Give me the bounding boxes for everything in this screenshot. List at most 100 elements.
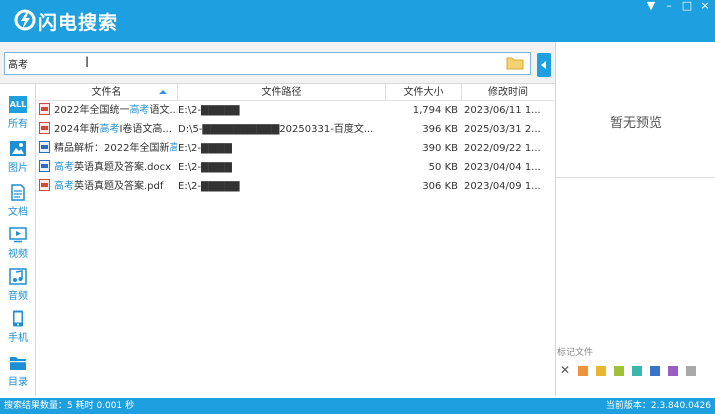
column-header-label: 修改时间 — [488, 87, 528, 98]
title-bar: 闪电搜索 ▼ – □ × — [0, 0, 715, 42]
column-header-path[interactable]: 文件路径 — [178, 84, 386, 101]
results-list: 文件名 文件路径 文件大小 修改时间 2022年全国统一高考语文... E:\2… — [36, 84, 554, 396]
tag-orange[interactable] — [578, 366, 588, 376]
file-name-text: I卷语文高... — [119, 124, 172, 135]
browse-folder-icon[interactable] — [506, 56, 524, 70]
sidebar-item-images[interactable]: 图片 — [2, 138, 34, 178]
tag-blue[interactable] — [650, 366, 660, 376]
file-name: 高考英语真题及答案.docx — [39, 158, 177, 177]
file-size: 50 KB — [428, 162, 458, 173]
preview-pane: 暂无预览 标记文件 ✕ — [555, 42, 715, 396]
file-name-highlight: 高考 — [99, 124, 120, 135]
file-path: E:\2-▇▇▇▇ — [178, 143, 232, 154]
sidebar-item-label: 目录 — [8, 377, 28, 388]
sidebar-item-videos[interactable]: 视频 — [2, 224, 34, 264]
result-count-status: 搜索结果数量：5 耗时 0.001 秒 — [4, 401, 135, 411]
text-cursor-icon: I — [85, 55, 90, 71]
search-box: I — [4, 52, 531, 75]
sidebar-item-all[interactable]: ALL 所有 — [2, 94, 34, 134]
file-name-highlight: 高 — [169, 143, 177, 154]
table-row[interactable]: 2024年新高考I卷语文高... D:\5-▇▇▇▇▇▇▇▇▇▇20250331… — [36, 120, 554, 139]
version-status: 当前版本：2.3.840.0426 — [605, 401, 711, 411]
column-header-label: 文件名 — [91, 87, 122, 98]
file-name-highlight: 高考 — [54, 162, 74, 173]
pdf-file-icon — [39, 122, 50, 134]
tag-purple[interactable] — [668, 366, 678, 376]
no-preview-text: 暂无预览 — [609, 116, 662, 131]
tag-files-label: 标记文件 — [557, 348, 594, 358]
file-name-text: 2024年新 — [54, 124, 100, 135]
app-title: 闪电搜索 — [38, 12, 119, 34]
search-row: I — [0, 42, 555, 84]
tag-color-row: ✕ — [560, 363, 710, 377]
file-modified: 2023/04/04 1... — [464, 162, 541, 173]
word-file-icon — [39, 141, 50, 153]
maximize-button[interactable]: □ — [679, 0, 695, 12]
sidebar-item-audio[interactable]: 音频 — [2, 266, 34, 306]
file-path: D:\5-▇▇▇▇▇▇▇▇▇▇20250331-百度文... — [178, 124, 374, 135]
file-modified: 2022/09/22 1... — [464, 143, 541, 154]
tag-gray[interactable] — [686, 366, 696, 376]
sidebar-item-phone[interactable]: 手机 — [2, 308, 34, 348]
category-sidebar: ALL 所有 图片 文档 视频 音频 手机 目录 — [0, 84, 36, 396]
file-size: 1,794 KB — [412, 105, 458, 116]
sidebar-item-label: 手机 — [8, 333, 28, 344]
column-header-modified[interactable]: 修改时间 — [462, 84, 554, 101]
file-name-highlight: 高考 — [129, 105, 150, 116]
file-modified: 2025/03/31 2... — [464, 124, 541, 135]
file-path: E:\2-▇▇▇▇▇ — [178, 181, 240, 192]
sidebar-item-documents[interactable]: 文档 — [2, 182, 34, 222]
column-header-label: 文件大小 — [403, 87, 444, 98]
video-icon — [9, 227, 27, 243]
file-size: 306 KB — [422, 181, 458, 192]
document-icon — [11, 184, 25, 201]
file-path: E:\2-▇▇▇▇ — [178, 162, 232, 173]
menu-dropdown-button[interactable]: ▼ — [643, 0, 659, 12]
audio-icon — [9, 268, 27, 285]
clear-tag-icon[interactable]: ✕ — [560, 363, 570, 377]
minimize-button[interactable]: – — [661, 0, 677, 12]
table-row[interactable]: 2022年全国统一高考语文... E:\2-▇▇▇▇▇ 1,794 KB 202… — [36, 101, 554, 120]
collapse-preview-button[interactable] — [537, 53, 551, 77]
status-bar: 搜索结果数量：5 耗时 0.001 秒 当前版本：2.3.840.0426 — [0, 398, 715, 414]
tag-green[interactable] — [614, 366, 624, 376]
search-input[interactable] — [5, 53, 500, 74]
table-row[interactable]: 高考英语真题及答案.pdf E:\2-▇▇▇▇▇ 306 KB 2023/04/… — [36, 177, 554, 196]
column-header-name[interactable]: 文件名 — [36, 84, 178, 101]
tag-teal[interactable] — [632, 366, 642, 376]
phone-icon — [13, 310, 23, 327]
file-name-highlight: 高考 — [54, 181, 74, 192]
file-name: 2022年全国统一高考语文... — [39, 101, 177, 120]
close-button[interactable]: × — [697, 0, 713, 12]
tag-yellow[interactable] — [596, 366, 606, 376]
file-name: 高考英语真题及答案.pdf — [39, 177, 177, 196]
preview-area: 暂无预览 — [556, 42, 715, 178]
column-header-label: 文件路径 — [261, 87, 302, 98]
file-name-text: 英语真题及答案.docx — [74, 162, 172, 173]
table-row[interactable]: 高考英语真题及答案.docx E:\2-▇▇▇▇ 50 KB 2023/04/0… — [36, 158, 554, 177]
file-size: 396 KB — [422, 124, 458, 135]
sidebar-item-label: 图片 — [8, 163, 28, 174]
pdf-file-icon — [39, 103, 50, 115]
file-modified: 2023/06/11 1... — [464, 105, 541, 116]
file-name-text: 语文... — [149, 105, 177, 116]
word-file-icon — [39, 160, 50, 172]
table-row[interactable]: 精品解析：2022年全国新高 E:\2-▇▇▇▇ 390 KB 2022/09/… — [36, 139, 554, 158]
sidebar-item-directory[interactable]: 目录 — [2, 352, 34, 392]
all-icon: ALL — [9, 96, 27, 113]
folder-icon — [10, 357, 26, 370]
file-modified: 2023/04/09 1... — [464, 181, 541, 192]
sidebar-item-label: 视频 — [8, 249, 28, 260]
column-header-size[interactable]: 文件大小 — [386, 84, 462, 101]
file-name-text: 英语真题及答案.pdf — [74, 181, 164, 192]
lightning-logo-icon — [14, 9, 36, 31]
file-name: 精品解析：2022年全国新高 — [39, 139, 177, 158]
file-name-text: 2022年全国统一 — [54, 105, 130, 116]
sidebar-item-label: 音频 — [8, 291, 28, 302]
sort-ascending-icon — [159, 90, 167, 94]
pdf-file-icon — [39, 179, 50, 191]
file-size: 390 KB — [422, 143, 458, 154]
sidebar-item-label: 文档 — [8, 207, 28, 218]
file-path: E:\2-▇▇▇▇▇ — [178, 105, 240, 116]
file-name: 2024年新高考I卷语文高... — [39, 120, 177, 139]
